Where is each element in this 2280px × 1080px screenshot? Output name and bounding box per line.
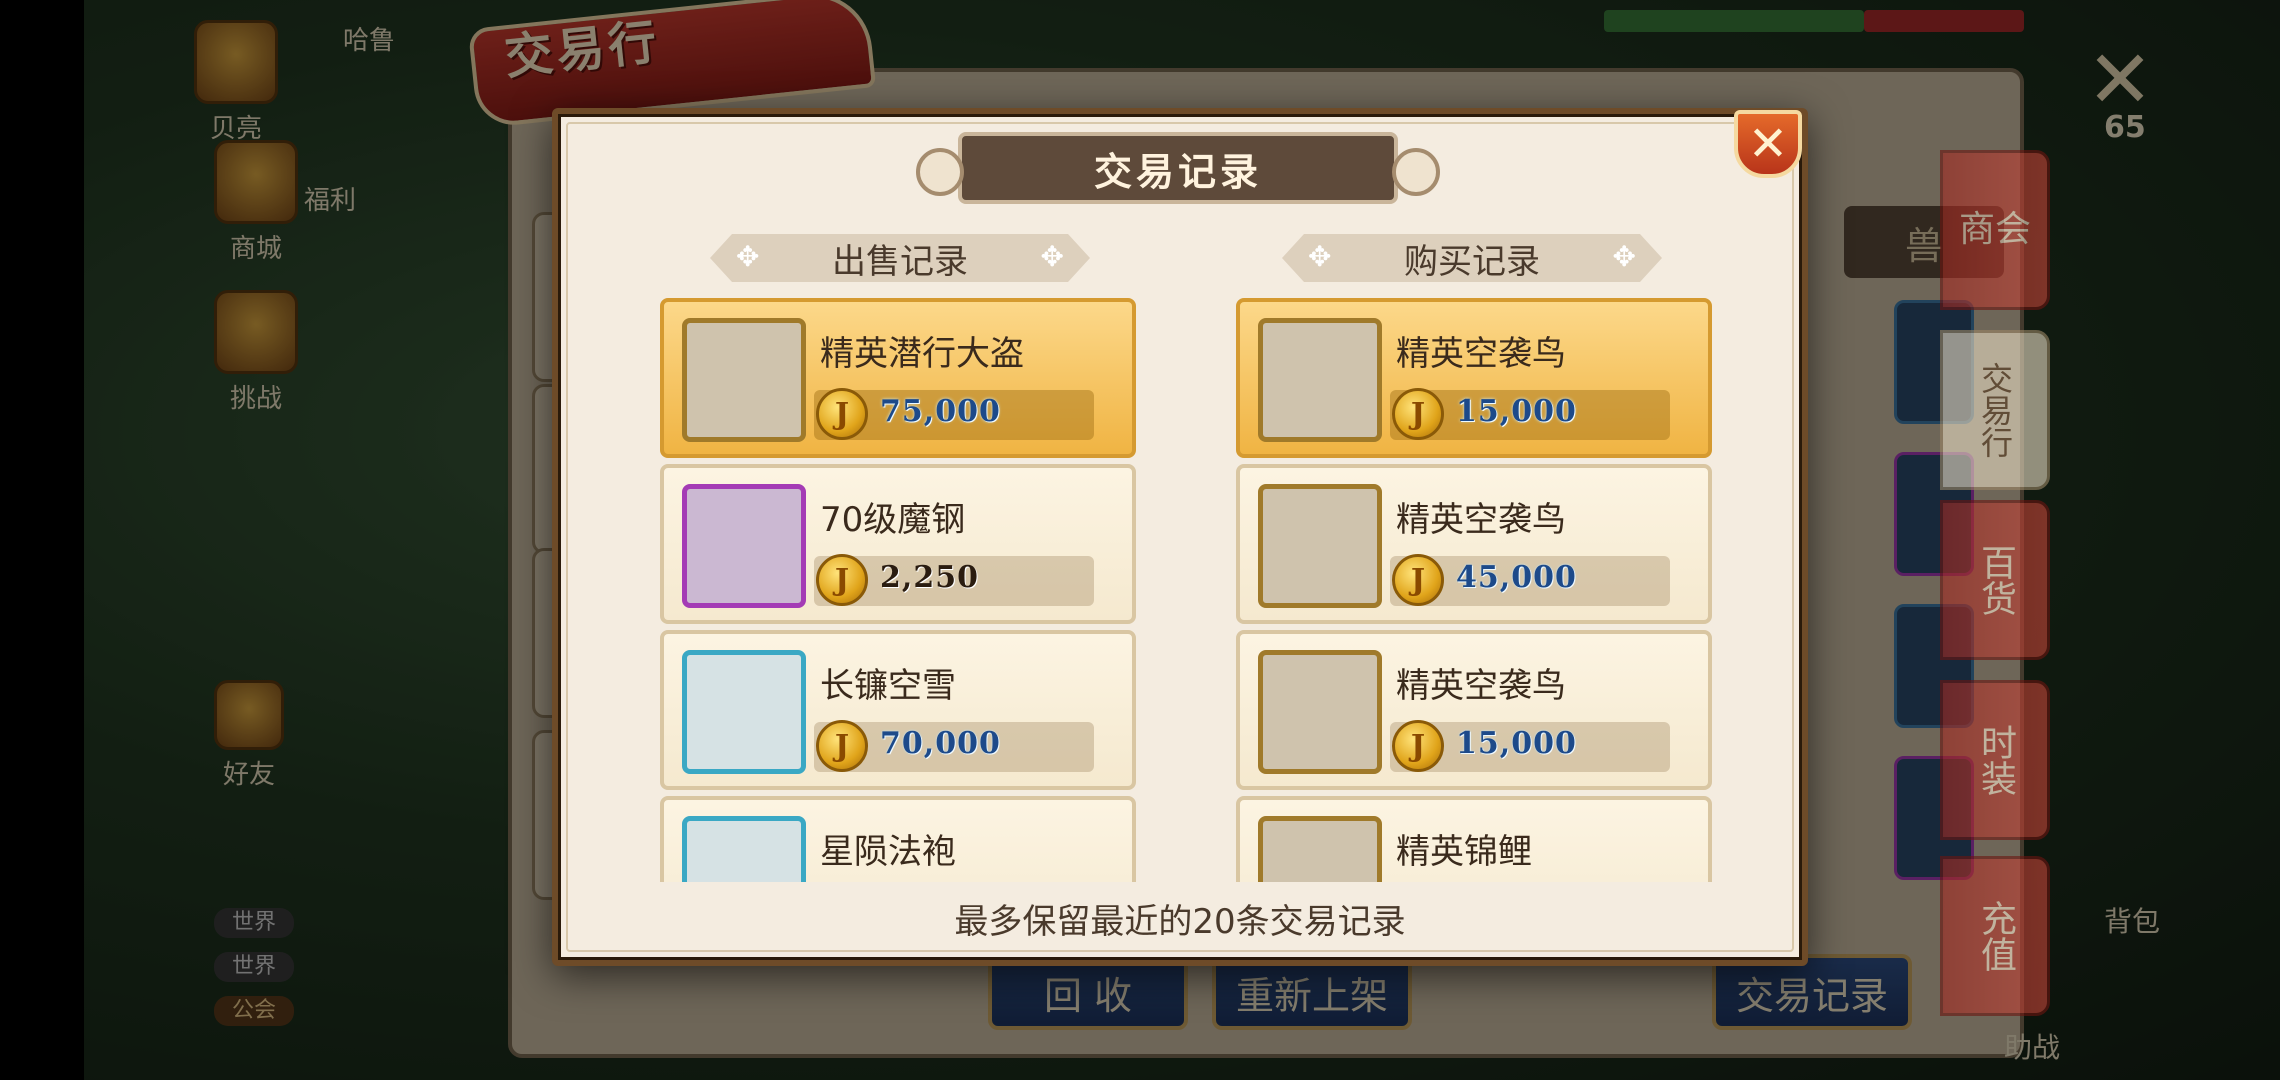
tab-trade-house[interactable]: 交易行 (1940, 330, 2050, 490)
item-price: 70,000 (880, 726, 1001, 761)
record-item[interactable]: 精英空袭鸟 J 45,000 (1236, 464, 1712, 624)
item-thumbnail (682, 484, 806, 608)
dialog-title-plate: 交易记录 (916, 132, 1440, 204)
item-name: 精英锦鲤 (1396, 832, 1532, 872)
record-item[interactable]: 星陨法袍 (660, 796, 1136, 882)
item-price: 75,000 (880, 394, 1001, 429)
item-thumbnail (1258, 484, 1382, 608)
item-thumbnail (1258, 650, 1382, 774)
sparkle-icon: ✥ (1612, 240, 1636, 273)
close-icon: ✕ (1747, 116, 1789, 172)
sparkle-icon: ✥ (1040, 240, 1064, 273)
tab-fashion[interactable]: 时装 (1940, 680, 2050, 840)
tab-recharge[interactable]: 充值 (1940, 856, 2050, 1016)
gold-coin-icon: J (816, 720, 868, 772)
tab-department-store[interactable]: 百货 (1940, 500, 2050, 660)
gold-coin-icon: J (816, 388, 868, 440)
buy-records-list[interactable]: 精英空袭鸟 J 15,000 精英空袭鸟 J 45,000 精英空袭鸟 J 15,000 精英锦鲤 (1236, 298, 1712, 882)
item-price: 2,250 (880, 560, 979, 595)
item-thumbnail (682, 318, 806, 442)
close-dialog-button[interactable]: ✕ (1734, 110, 1802, 178)
gold-coin-icon: J (1392, 388, 1444, 440)
item-name: 70级魔钢 (820, 500, 966, 540)
sparkle-icon: ✥ (736, 240, 760, 273)
record-item[interactable]: 长镰空雪 J 70,000 (660, 630, 1136, 790)
item-thumbnail (1258, 318, 1382, 442)
item-name: 精英空袭鸟 (1396, 334, 1566, 374)
gold-coin-icon: J (816, 554, 868, 606)
gold-coin-icon: J (1392, 720, 1444, 772)
item-price: 15,000 (1456, 394, 1577, 429)
item-thumbnail (1258, 816, 1382, 882)
item-name: 精英潜行大盗 (820, 334, 1024, 374)
record-item[interactable]: 精英空袭鸟 J 15,000 (1236, 630, 1712, 790)
sparkle-icon: ✥ (1308, 240, 1332, 273)
sell-records-header: ✥ 出售记录 ✥ (710, 234, 1090, 282)
record-item[interactable]: 精英潜行大盗 J 75,000 (660, 298, 1136, 458)
buy-records-header: ✥ 购买记录 ✥ (1282, 234, 1662, 282)
item-price: 15,000 (1456, 726, 1577, 761)
record-item[interactable]: 精英锦鲤 (1236, 796, 1712, 882)
item-thumbnail (682, 816, 806, 882)
record-item[interactable]: 70级魔钢 J 2,250 (660, 464, 1136, 624)
records-limit-note: 最多保留最近的20条交易记录 (954, 902, 1406, 942)
item-name: 长镰空雪 (820, 666, 956, 706)
item-thumbnail (682, 650, 806, 774)
tab-commerce[interactable]: 商会 (1940, 150, 2050, 310)
record-item[interactable]: 精英空袭鸟 J 15,000 (1236, 298, 1712, 458)
trade-records-dialog: 交易记录 ✕ ✥ 出售记录 ✥ ✥ 购买记录 ✥ 精英潜行大盗 J 75,000 70… (552, 108, 1808, 966)
dialog-title: 交易记录 (1093, 148, 1262, 194)
sell-records-list[interactable]: 精英潜行大盗 J 75,000 70级魔钢 J 2,250 长镰空雪 J 70,000 星陨法袍 (660, 298, 1136, 882)
item-name: 精英空袭鸟 (1396, 666, 1566, 706)
item-name: 星陨法袍 (820, 832, 956, 872)
item-name: 精英空袭鸟 (1396, 500, 1566, 540)
gold-coin-icon: J (1392, 554, 1444, 606)
item-price: 45,000 (1456, 560, 1577, 595)
